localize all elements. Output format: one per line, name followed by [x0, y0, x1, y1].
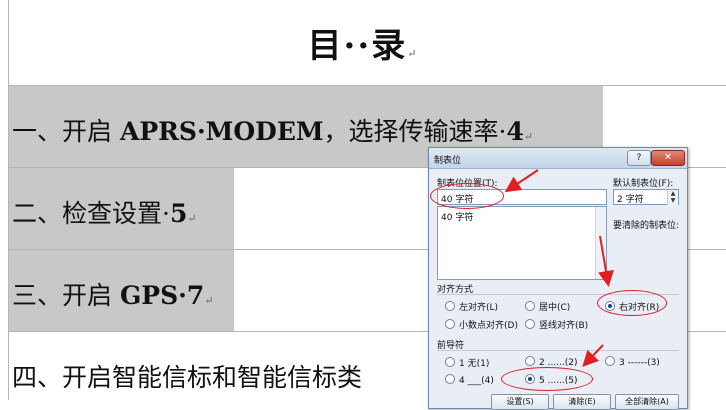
- annotation-arrow: [504, 169, 539, 193]
- annotation-arrows: [504, 169, 614, 367]
- annotation-arrow: [598, 235, 614, 287]
- annotation-arrow: [582, 344, 604, 367]
